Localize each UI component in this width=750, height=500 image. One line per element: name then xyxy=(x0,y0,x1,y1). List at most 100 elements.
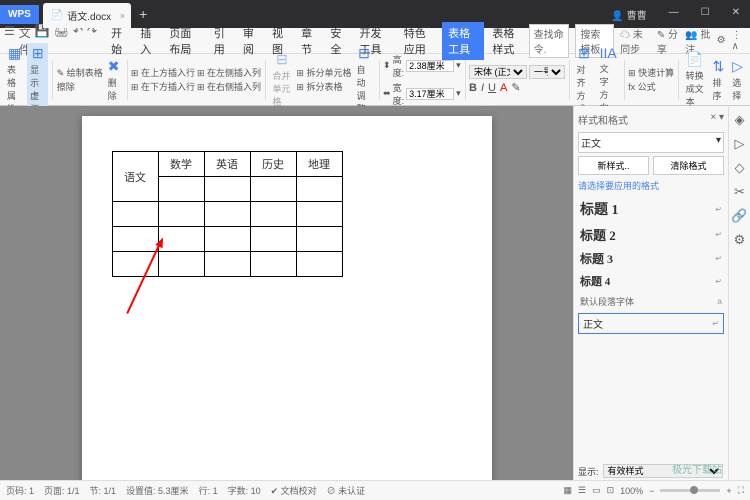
insert-right[interactable]: ⊞ 在右侧插入列 xyxy=(197,80,261,93)
add-tab-button[interactable]: + xyxy=(139,6,147,22)
align-button[interactable]: ⊞对齐方式 xyxy=(573,45,594,115)
select-button[interactable]: ▷选择 xyxy=(729,58,746,102)
autofit[interactable]: ⊡自动调整 xyxy=(353,45,374,115)
document-area[interactable]: 语文 数学 英语 历史 地理 xyxy=(0,106,573,480)
view-icon3[interactable]: ▭ xyxy=(592,485,601,496)
draw-table[interactable]: ✎ 绘制表格 xyxy=(57,66,103,79)
view-icon4[interactable]: ⊡ xyxy=(607,485,615,496)
current-style-select[interactable]: 正文 ▾ xyxy=(578,132,724,153)
view-icon[interactable]: ▦ xyxy=(563,485,572,496)
side-format-icon[interactable]: ◈ xyxy=(735,112,745,128)
close-icon[interactable]: ✕ xyxy=(722,3,750,26)
zoom-out[interactable]: − xyxy=(649,486,654,496)
underline-button[interactable]: U xyxy=(488,82,496,94)
header-cell[interactable]: 历史 xyxy=(250,152,296,177)
side-shape-icon[interactable]: ◇ xyxy=(735,160,745,176)
status-line: 行: 1 xyxy=(199,484,218,497)
height-input[interactable] xyxy=(406,60,454,72)
document-table[interactable]: 语文 数学 英语 历史 地理 xyxy=(112,151,343,277)
color-button[interactable]: A xyxy=(500,82,507,94)
doc-name: 语文.docx xyxy=(67,8,111,23)
erase[interactable]: 擦除 xyxy=(57,80,103,93)
menu-审阅[interactable]: 审阅 xyxy=(237,22,264,60)
to-text-button[interactable]: 📄转换成文本 xyxy=(683,51,708,108)
status-col: 字数: 10 xyxy=(228,484,261,497)
panel-close-icon[interactable]: × ▾ xyxy=(710,112,724,127)
print-icon[interactable]: 🖨 xyxy=(54,24,69,58)
side-link-icon[interactable]: 🔗 xyxy=(731,208,747,224)
show-label: 显示: xyxy=(578,465,599,478)
merge-cells: ⊟合并单元格 xyxy=(269,51,294,108)
share-button[interactable]: ✎ 分享 xyxy=(657,26,679,56)
styles-panel: 样式和格式 × ▾ 正文 ▾ 新样式.. 清除格式 请选择要应用的格式 标题 1↵… xyxy=(573,106,728,480)
new-style-button[interactable]: 新样式.. xyxy=(578,156,649,175)
zoom-value[interactable]: 100% xyxy=(620,486,643,496)
header-cell[interactable]: 地理 xyxy=(296,152,342,177)
split-table[interactable]: ⊞ 拆分表格 xyxy=(296,80,351,93)
menu-引用[interactable]: 引用 xyxy=(208,22,235,60)
style-heading3[interactable]: 标题 3↵ xyxy=(578,247,724,270)
split-cell[interactable]: ⊞ 拆分单元格 xyxy=(296,66,351,79)
bold-button[interactable]: B xyxy=(469,82,477,94)
insert-above[interactable]: ⊞ 在上方插入行 xyxy=(131,66,195,79)
maximize-icon[interactable]: ☐ xyxy=(691,3,720,26)
status-spell[interactable]: ✔ 文档校对 xyxy=(271,484,317,497)
view-icon2[interactable]: ☰ xyxy=(578,485,586,496)
style-heading4[interactable]: 标题 4↵ xyxy=(578,270,724,292)
style-body[interactable]: 正文↵ xyxy=(578,313,724,334)
insert-left[interactable]: ⊞ 在左侧插入列 xyxy=(197,66,261,79)
menu-安全[interactable]: 安全 xyxy=(324,22,351,60)
more-icon[interactable]: ⋮ ∧ xyxy=(732,30,746,52)
minimize-icon[interactable]: — xyxy=(659,3,689,26)
merged-cell[interactable]: 语文 xyxy=(112,152,158,202)
width-input[interactable] xyxy=(406,88,454,100)
zoom-in[interactable]: + xyxy=(726,486,731,496)
font-select[interactable]: 宋体 (正文) xyxy=(469,65,527,79)
watermark: 极光下载站 xyxy=(672,461,722,476)
sync-status[interactable]: ☁ 未同步 xyxy=(620,26,651,56)
find-command[interactable]: 查找命令. xyxy=(529,24,570,58)
status-page-of: 页面: 1/1 xyxy=(44,484,80,497)
height-icon: ⬍ xyxy=(383,60,391,71)
status-pos: 设置值: 5.3厘米 xyxy=(126,484,189,497)
panel-title: 样式和格式 xyxy=(578,112,628,127)
undo-icon[interactable]: ↶ xyxy=(73,24,83,58)
close-tab-icon[interactable]: × xyxy=(120,11,125,21)
formula-button[interactable]: fx 公式 xyxy=(628,80,674,93)
zoom-slider[interactable] xyxy=(660,489,720,492)
status-section: 节: 1/1 xyxy=(90,484,117,497)
style-default-font[interactable]: 默认段落字体a xyxy=(578,292,724,311)
header-cell[interactable]: 英语 xyxy=(204,152,250,177)
settings-icon[interactable]: ⚙ xyxy=(717,35,726,46)
side-settings-icon[interactable]: ⚙ xyxy=(734,232,746,248)
style-heading2[interactable]: 标题 2↵ xyxy=(578,222,724,247)
fullscreen-icon[interactable]: ⛶ xyxy=(738,485,744,496)
size-select[interactable]: 一号 xyxy=(529,65,565,79)
side-toolbar: ◈ ▷ ◇ ✂ 🔗 ⚙ xyxy=(728,106,750,480)
user-icon[interactable]: 👤 曹曹 xyxy=(601,3,656,26)
status-page: 页码: 1 xyxy=(6,484,34,497)
clear-format-button[interactable]: 清除格式 xyxy=(653,156,724,175)
menu-章节[interactable]: 章节 xyxy=(295,22,322,60)
width-icon: ⬌ xyxy=(383,88,391,99)
delete-button[interactable]: ✖删除 xyxy=(105,58,123,102)
italic-button[interactable]: I xyxy=(481,82,484,94)
quick-calc[interactable]: ⊞ 快速计算 xyxy=(628,66,674,79)
menu-表格样式[interactable]: 表格样式 xyxy=(486,22,528,60)
insert-below[interactable]: ⊞ 在下方插入行 xyxy=(131,80,195,93)
side-clip-icon[interactable]: ✂ xyxy=(734,184,745,200)
side-select-icon[interactable]: ▷ xyxy=(735,136,745,152)
sort-button[interactable]: ⇅排序 xyxy=(710,58,728,102)
doc-icon: 📄 xyxy=(51,10,63,21)
redo-icon[interactable]: ↷ xyxy=(87,24,97,58)
menu-页面布局[interactable]: 页面布局 xyxy=(163,22,205,60)
highlight-button[interactable]: ✎ xyxy=(511,81,520,94)
table-props-button[interactable]: ▦表格属性 xyxy=(4,45,25,115)
panel-hint: 请选择要应用的格式 xyxy=(578,179,724,192)
style-heading1[interactable]: 标题 1↵ xyxy=(578,196,724,222)
status-auth[interactable]: ⊘ 未认证 xyxy=(327,484,366,497)
document-tab[interactable]: 📄 语文.docx × xyxy=(43,3,131,28)
text-dir-button[interactable]: IIA文字方向 xyxy=(597,45,620,114)
menu-插入[interactable]: 插入 xyxy=(134,22,161,60)
header-cell[interactable]: 数学 xyxy=(158,152,204,177)
